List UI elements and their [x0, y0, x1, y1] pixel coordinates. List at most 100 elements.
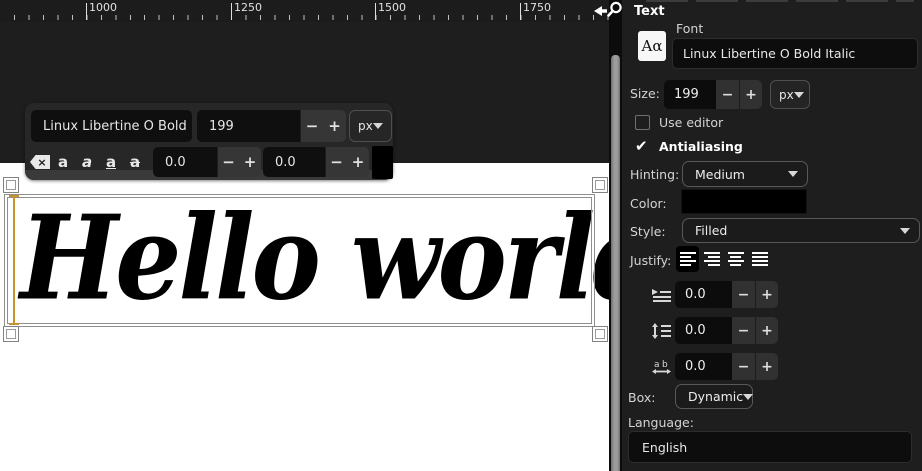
text-box-handle-bottom-left[interactable] [3, 326, 19, 342]
chevron-down-icon [788, 171, 798, 177]
letter-spacing-decrement-button[interactable]: − [732, 353, 755, 380]
box-value: Dynamic [688, 389, 744, 404]
use-editor-checkbox[interactable] [635, 115, 650, 130]
letter-spacing-value-field[interactable]: 0.0 [675, 353, 732, 380]
chevron-down-icon [793, 91, 804, 98]
toolbar-text-color-swatch[interactable] [372, 146, 393, 179]
justify-right-button[interactable] [700, 246, 723, 272]
antialiasing-checkbox[interactable] [635, 137, 650, 155]
align-right-icon [703, 252, 720, 266]
svg-text:b: b [662, 360, 668, 370]
bold-icon: a [57, 153, 69, 171]
indent-value-field[interactable]: 0.0 [675, 281, 732, 308]
toolbar-baseline-field[interactable]: 0.0 [153, 147, 217, 177]
align-left-icon [679, 252, 696, 266]
ruler-label: 1250 [234, 1, 262, 14]
toolbar-kerning-decrement-button[interactable]: − [325, 147, 347, 177]
toolbar-unit-value: px [358, 119, 373, 133]
backspace-clear-icon: × [30, 155, 50, 169]
indent-spinner: 0.0 − + [675, 281, 778, 308]
language-field[interactable]: English [628, 431, 912, 463]
box-label: Box: [628, 390, 656, 405]
canvas-corner-icons [594, 1, 622, 19]
text-color-swatch[interactable] [681, 189, 807, 214]
indent-increment-button[interactable]: + [755, 281, 778, 308]
chevron-down-icon [373, 123, 383, 129]
strikethrough-button[interactable]: a [124, 150, 146, 174]
hinting-dropdown[interactable]: Medium [682, 161, 808, 187]
toolbar-font-field[interactable]: Linux Libertine O Bold [31, 110, 192, 142]
size-value-field[interactable]: 199 [664, 80, 716, 109]
ruler-label: 1000 [89, 1, 117, 14]
svg-text:a: a [654, 360, 660, 370]
toolbar-size-field[interactable]: 199 [197, 110, 300, 142]
chevron-down-icon [900, 227, 910, 234]
ruler-label: 1500 [378, 1, 406, 14]
size-decrement-button[interactable]: − [716, 80, 739, 109]
letter-spacing-icon: a b [652, 360, 671, 374]
text-box-handle-top-right[interactable] [592, 177, 608, 193]
align-center-icon [727, 252, 744, 266]
justify-left-button[interactable] [676, 246, 699, 272]
toolbar-kerning-field[interactable]: 0.0 [263, 147, 325, 177]
toolbar-size-increment-button[interactable]: + [323, 110, 346, 142]
justify-label: Justify: [630, 253, 672, 268]
indent-decrement-button[interactable]: − [732, 281, 755, 308]
italic-icon: a [81, 153, 93, 171]
font-name-field[interactable]: Linux Libertine O Bold Italic [672, 38, 918, 69]
toolbar-baseline-decrement-button[interactable]: − [217, 147, 239, 177]
style-value: Filled [695, 223, 728, 238]
text-cursor-top-serif [9, 195, 19, 197]
vertical-scrollbar-track[interactable] [609, 0, 622, 471]
size-unit-dropdown[interactable]: px [770, 80, 810, 109]
horizontal-ruler[interactable]: 1000 1250 1500 1750 [0, 0, 609, 22]
line-spacing-increment-button[interactable]: + [755, 317, 778, 344]
toolbar-baseline-increment-button[interactable]: + [239, 147, 261, 177]
toolbar-kerning-increment-button[interactable]: + [347, 147, 369, 177]
on-canvas-text-toolbar: Linux Libertine O Bold 199 − + px × a a … [25, 103, 393, 180]
box-dropdown[interactable]: Dynamic [675, 384, 754, 409]
toolbar-size-decrement-button[interactable]: − [300, 110, 323, 142]
hinting-label: Hinting: [630, 167, 680, 182]
font-preview-button[interactable]: Aα [638, 31, 666, 61]
use-editor-label[interactable]: Use editor [659, 115, 723, 130]
toolbar-unit-dropdown[interactable]: px [349, 110, 392, 142]
clear-formatting-button[interactable]: × [29, 150, 51, 174]
chevron-down-icon [743, 393, 754, 400]
ruler-major-tick: 1000 [86, 1, 117, 20]
ruler-major-tick: 1750 [520, 1, 551, 20]
font-label: Font [676, 21, 704, 36]
mouse-cursor-icon [594, 6, 607, 16]
line-spacing-decrement-button[interactable]: − [732, 317, 755, 344]
align-fill-icon [751, 252, 768, 266]
text-cursor [9, 195, 19, 325]
size-increment-button[interactable]: + [739, 80, 762, 109]
style-dropdown[interactable]: Filled [682, 218, 920, 243]
text-cursor-bottom-serif [9, 323, 19, 325]
style-label: Style: [630, 224, 666, 239]
line-spacing-spinner: 0.0 − + [675, 317, 778, 344]
language-label: Language: [628, 415, 694, 430]
bold-button[interactable]: a [52, 150, 74, 174]
zoom-magnifier-icon[interactable] [607, 1, 623, 18]
line-spacing-value-field[interactable]: 0.0 [675, 317, 732, 344]
color-label: Color: [630, 196, 667, 211]
antialiasing-label[interactable]: Antialiasing [659, 139, 743, 154]
ruler-major-tick: 1250 [231, 1, 262, 20]
size-unit-value: px [779, 87, 794, 102]
letter-spacing-increment-button[interactable]: + [755, 353, 778, 380]
vertical-scrollbar-thumb[interactable] [611, 55, 620, 471]
panel-title: Text [634, 4, 665, 19]
text-tool-options-panel: Text Aα Font Linux Libertine O Bold Ital… [622, 0, 922, 471]
italic-button[interactable]: a [76, 150, 98, 174]
strikethrough-icon: a [129, 153, 141, 171]
text-box-inner-border [7, 197, 592, 324]
text-box-handle-bottom-right[interactable] [592, 326, 608, 342]
size-label: Size: [630, 86, 660, 101]
text-box-handle-top-left[interactable] [3, 177, 19, 193]
line-spacing-icon [652, 323, 671, 339]
indent-icon [652, 289, 671, 302]
underline-button[interactable]: a [100, 150, 122, 174]
justify-center-button[interactable] [724, 246, 747, 272]
justify-fill-button[interactable] [748, 246, 771, 272]
